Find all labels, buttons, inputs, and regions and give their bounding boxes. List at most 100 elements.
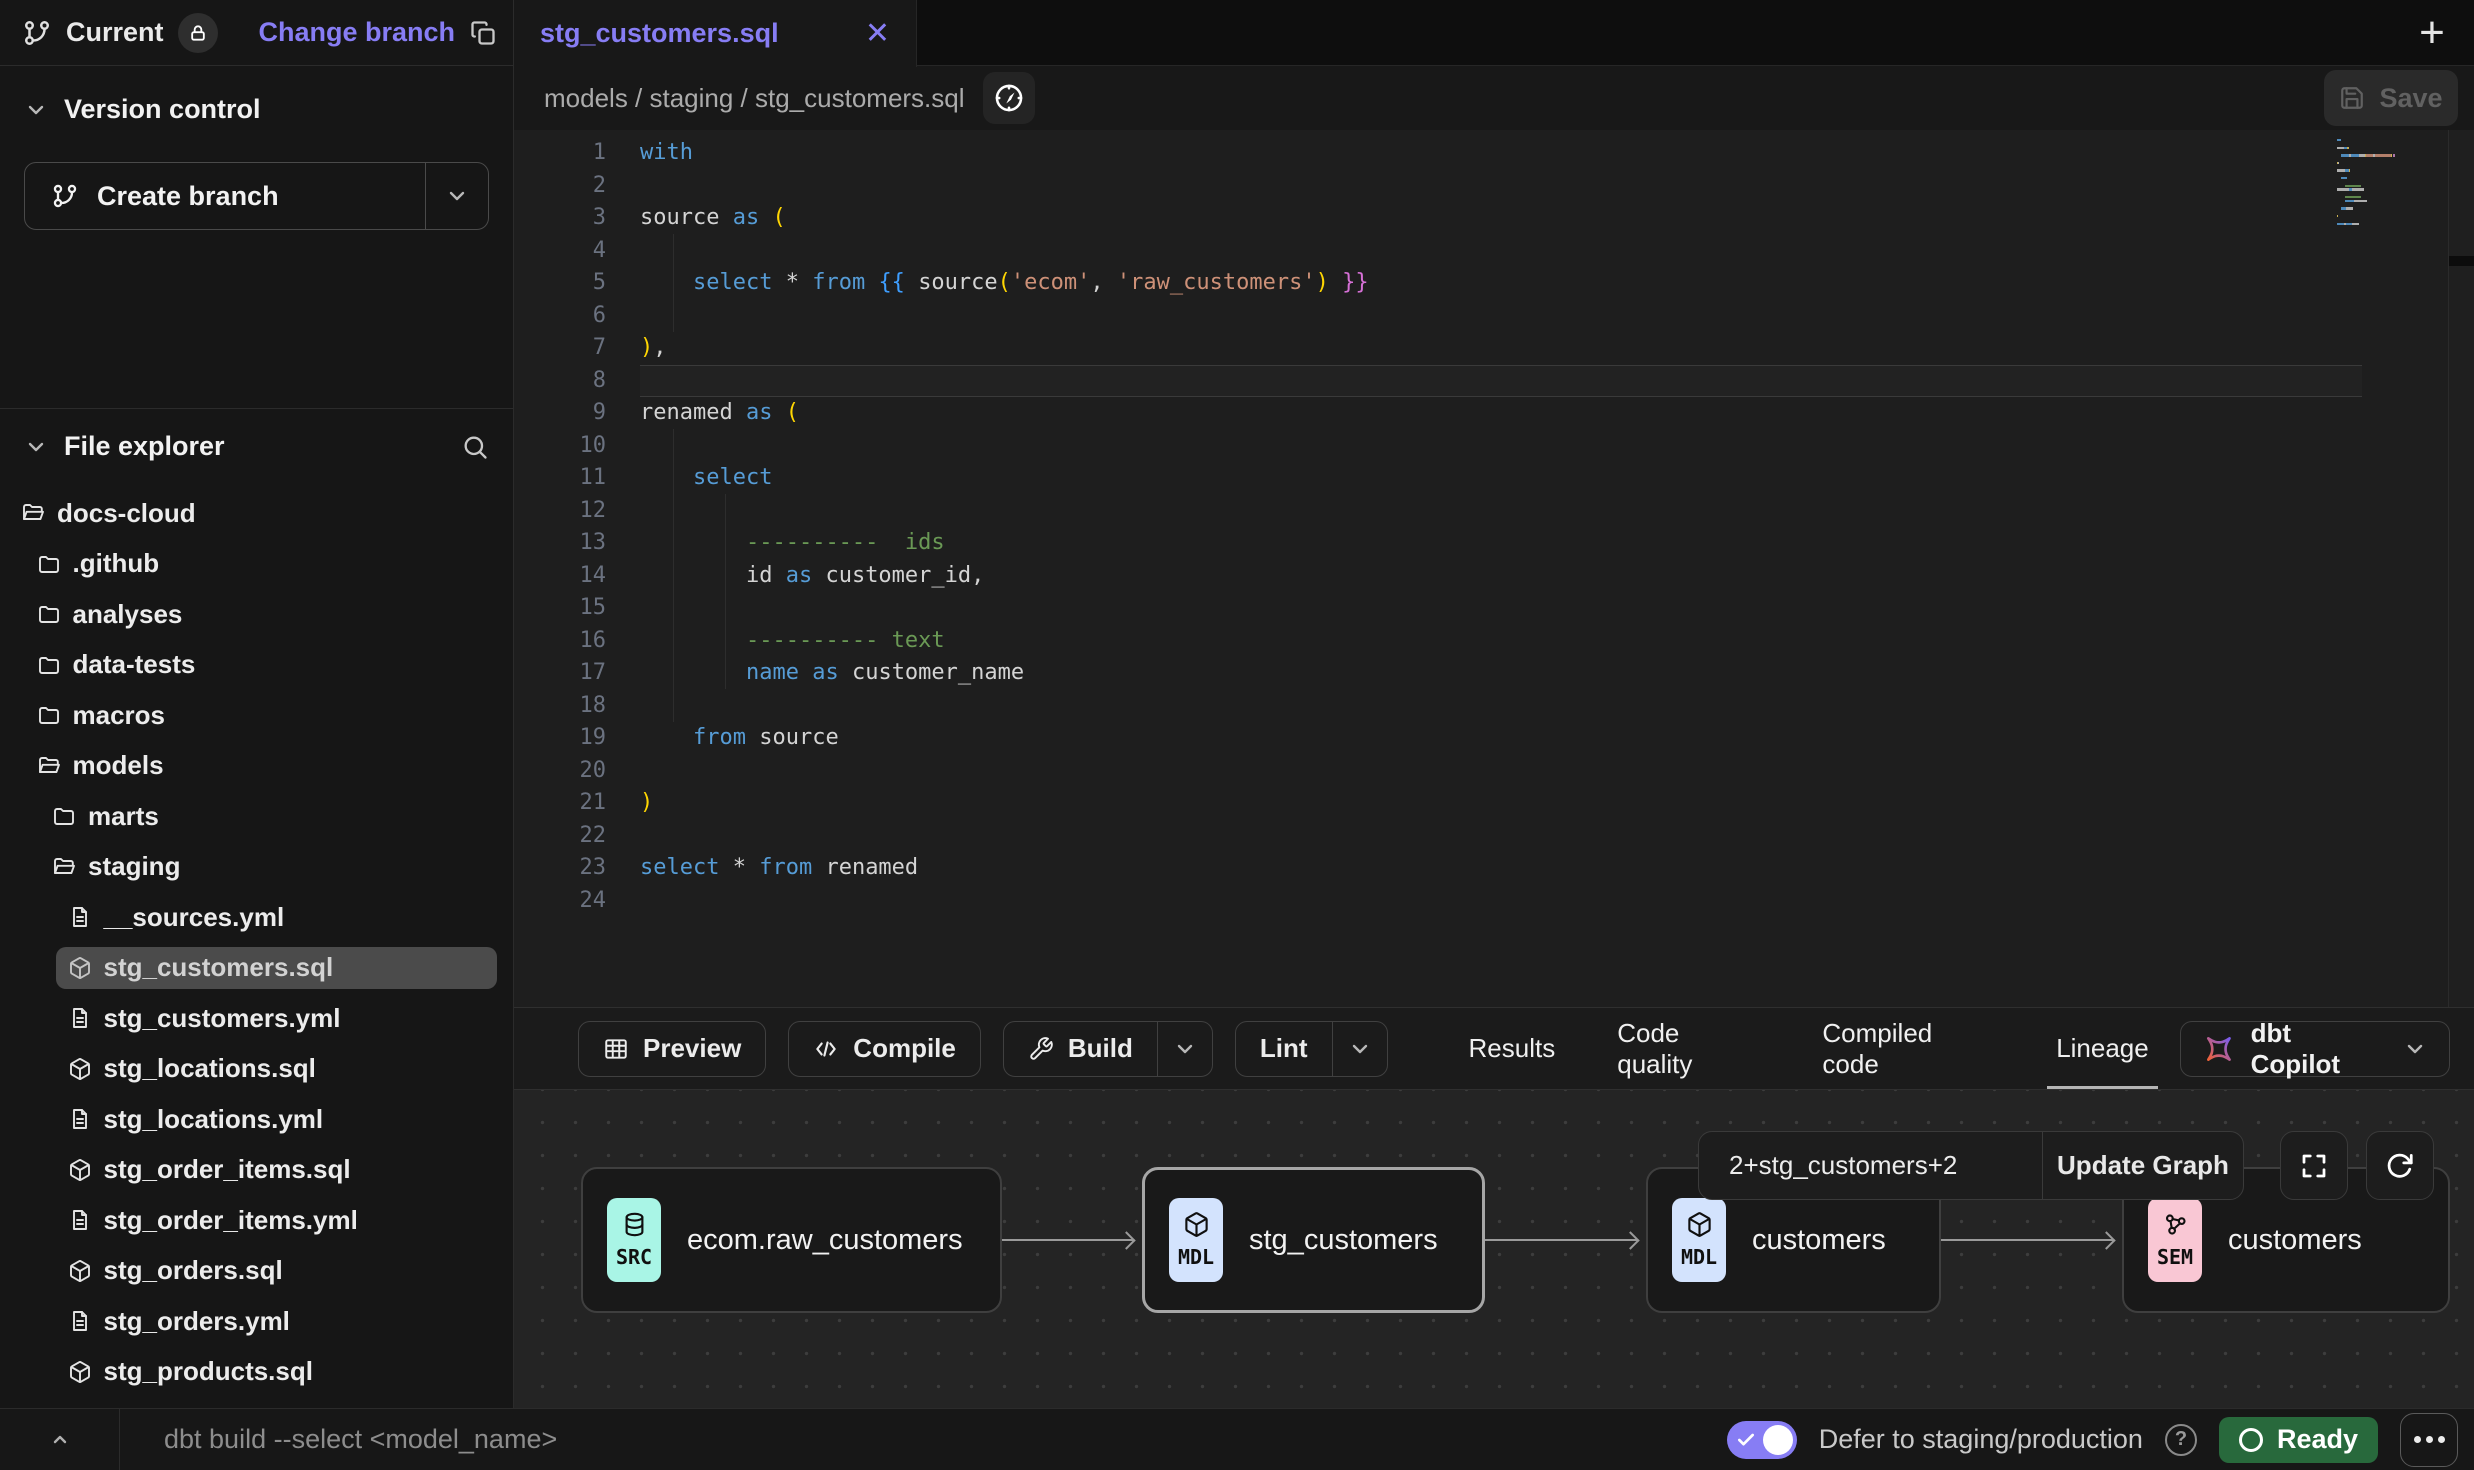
command-input[interactable]: dbt build --select <model_name> — [164, 1424, 557, 1455]
file-tree-item[interactable]: data-tests — [0, 640, 513, 691]
code-line[interactable]: 1 with — [514, 137, 2474, 170]
file-tree-item[interactable]: stg_order_items.sql — [0, 1145, 513, 1196]
file-tree-item[interactable]: stg_locations.yml — [0, 1094, 513, 1145]
lineage-canvas[interactable]: SRC ecom.raw_customers MDL stg_customers — [514, 1090, 2474, 1408]
file-tree-item[interactable]: stg_order_items.yml — [0, 1195, 513, 1246]
minimap[interactable] — [2337, 139, 2441, 230]
code-line[interactable]: 2 — [514, 170, 2474, 203]
defer-label: Defer to staging/production — [1819, 1424, 2143, 1455]
create-branch-dropdown[interactable] — [426, 163, 488, 229]
panel-toolbar: Preview Compile Build — [514, 1007, 2474, 1090]
lint-dropdown[interactable] — [1333, 1022, 1387, 1076]
code-line[interactable]: 22 — [514, 820, 2474, 853]
lineage-node[interactable]: MDL stg_customers — [1142, 1167, 1485, 1313]
current-branch-label: Current — [66, 17, 164, 48]
gauge-button[interactable] — [983, 72, 1035, 124]
code-line[interactable]: 15 — [514, 592, 2474, 625]
code-line[interactable]: 11 select — [514, 462, 2474, 495]
panel-tab-label: Results — [1469, 1033, 1556, 1064]
lint-button[interactable]: Lint — [1235, 1021, 1388, 1077]
dbt-copilot-button[interactable]: dbt Copilot — [2180, 1021, 2450, 1077]
tab-stg-customers[interactable]: stg_customers.sql ✕ — [514, 0, 917, 67]
file-tree-item[interactable]: stg_orders.yml — [0, 1296, 513, 1347]
code-line[interactable]: 10 — [514, 430, 2474, 463]
code-line[interactable]: 16 ---------- text — [514, 625, 2474, 658]
indent-guide — [673, 234, 674, 332]
save-button[interactable]: Save — [2324, 70, 2458, 126]
vertical-scrollbar[interactable] — [2448, 130, 2474, 1007]
file-tree-item[interactable]: __sources.yml — [0, 892, 513, 943]
fullscreen-button[interactable] — [2280, 1131, 2348, 1200]
file-tree-item[interactable]: stg_orders.sql — [0, 1246, 513, 1297]
code-line[interactable]: 19 from source — [514, 722, 2474, 755]
line-number: 17 — [514, 657, 640, 690]
build-button[interactable]: Build — [1003, 1021, 1213, 1077]
code-line[interactable]: 3 source as ( — [514, 202, 2474, 235]
file-tree-item[interactable]: macros — [0, 690, 513, 741]
file-tree-item[interactable]: stg_locations.sql — [0, 1044, 513, 1095]
git-branch-icon — [51, 182, 79, 210]
build-dropdown[interactable] — [1158, 1022, 1212, 1076]
code-line[interactable]: 21 ) — [514, 787, 2474, 820]
file-tree-item[interactable]: models — [0, 741, 513, 792]
code-line[interactable]: 24 — [514, 885, 2474, 918]
ready-status-badge[interactable]: Ready — [2219, 1417, 2378, 1463]
line-number: 14 — [514, 560, 640, 593]
file-type-icon — [52, 855, 76, 879]
file-tree-item[interactable]: .github — [0, 539, 513, 590]
compile-button[interactable]: Compile — [788, 1021, 981, 1077]
refresh-button[interactable] — [2366, 1131, 2434, 1200]
code-editor[interactable]: 1 with 2 3 source as ( 4 5 — [514, 130, 2474, 1007]
code-line[interactable]: 8 — [514, 365, 2474, 398]
code-line[interactable]: 14 id as customer_id, — [514, 560, 2474, 593]
panel-tab[interactable]: Compiled code — [1791, 1008, 2025, 1089]
code-line[interactable]: 7 ), — [514, 332, 2474, 365]
panel-tab[interactable]: Results — [1438, 1008, 1587, 1089]
file-tree-item[interactable]: stg_customers.sql — [0, 943, 513, 994]
chevron-down-icon — [445, 184, 469, 208]
node-type-badge: SEM — [2148, 1198, 2202, 1282]
code-line[interactable]: 12 — [514, 495, 2474, 528]
code-line[interactable]: 6 — [514, 300, 2474, 333]
lineage-selector-input[interactable]: 2+stg_customers+2 — [1699, 1132, 2042, 1199]
code-line[interactable]: 17 name as customer_name — [514, 657, 2474, 690]
scrollbar-thumb[interactable] — [2449, 256, 2474, 266]
file-tree-item[interactable]: analyses — [0, 589, 513, 640]
copilot-label: dbt Copilot — [2251, 1018, 2387, 1080]
more-options-button[interactable] — [2400, 1413, 2458, 1467]
file-explorer-header[interactable]: File explorer — [0, 431, 513, 462]
copy-icon[interactable] — [469, 19, 497, 47]
close-icon[interactable]: ✕ — [865, 19, 890, 49]
change-branch-link[interactable]: Change branch — [258, 17, 455, 48]
help-icon[interactable]: ? — [2165, 1424, 2197, 1456]
code-line[interactable]: 20 — [514, 755, 2474, 788]
code-line[interactable]: 4 — [514, 235, 2474, 268]
search-icon[interactable] — [461, 433, 489, 461]
code-line[interactable]: 23 select * from renamed — [514, 852, 2474, 885]
save-icon — [2339, 85, 2365, 111]
code-line[interactable]: 5 select * from {{ source('ecom', 'raw_c… — [514, 267, 2474, 300]
file-tree-item[interactable]: stg_products.sql — [0, 1347, 513, 1398]
version-control-header[interactable]: Version control — [24, 94, 489, 125]
lint-label: Lint — [1260, 1033, 1308, 1064]
collapse-panel-button[interactable] — [0, 1409, 120, 1470]
panel-tab[interactable]: Lineage — [2025, 1008, 2180, 1089]
code-text: select * from renamed — [640, 852, 918, 885]
code-line[interactable]: 18 — [514, 690, 2474, 723]
panel-tab[interactable]: Code quality — [1586, 1008, 1791, 1089]
lineage-node[interactable]: SRC ecom.raw_customers — [581, 1167, 1002, 1313]
create-branch-main[interactable]: Create branch — [25, 163, 425, 229]
new-tab-button[interactable]: + — [2390, 0, 2474, 65]
create-branch-button[interactable]: Create branch — [24, 162, 489, 230]
code-line[interactable]: 13 ---------- ids — [514, 527, 2474, 560]
file-tree-item[interactable]: stg_customers.yml — [0, 993, 513, 1044]
preview-button[interactable]: Preview — [578, 1021, 766, 1077]
code-text: id as customer_id, — [640, 560, 984, 593]
update-graph-button[interactable]: Update Graph — [2043, 1132, 2243, 1199]
file-tree-item[interactable]: marts — [0, 791, 513, 842]
file-tree-item[interactable]: docs-cloud — [0, 488, 513, 539]
file-tree-item[interactable]: staging — [0, 842, 513, 893]
code-line[interactable]: 9 renamed as ( — [514, 397, 2474, 430]
file-type-icon — [52, 804, 76, 828]
defer-toggle[interactable] — [1727, 1421, 1797, 1459]
